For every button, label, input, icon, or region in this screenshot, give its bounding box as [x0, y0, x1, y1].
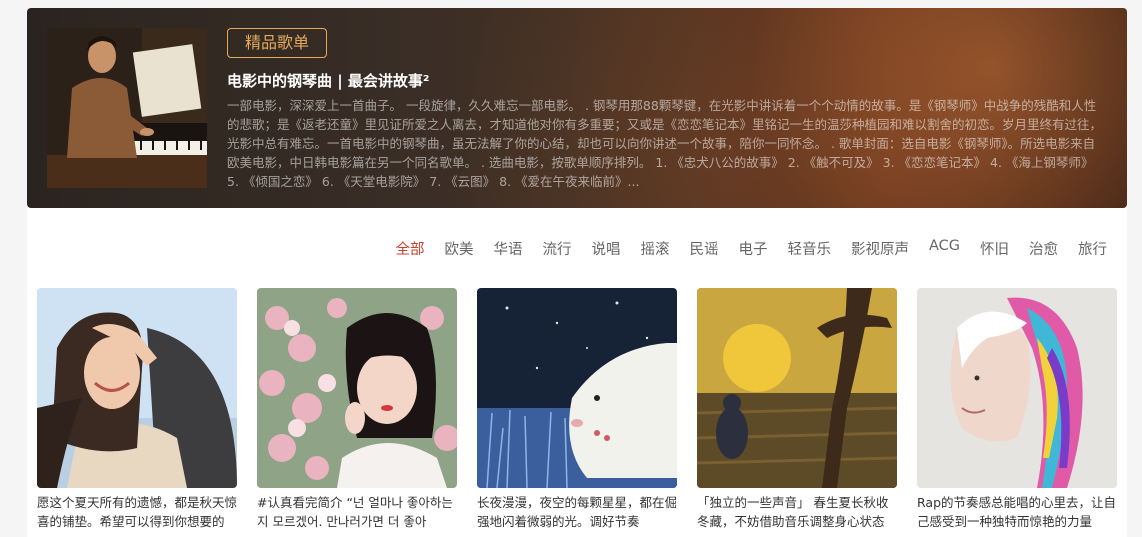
category-tab-electronic[interactable]: 电子 — [738, 238, 767, 259]
category-tab-rock[interactable]: 摇滚 — [640, 238, 669, 259]
playlist-cover-image[interactable] — [697, 288, 897, 488]
playlist-cover-image[interactable] — [257, 288, 457, 488]
playlist-cover-image[interactable] — [37, 288, 237, 488]
category-tab-healing[interactable]: 治愈 — [1029, 238, 1058, 259]
playlist-cover-image[interactable] — [477, 288, 677, 488]
playlist-cover-image[interactable] — [917, 288, 1117, 488]
category-tab-travel[interactable]: 旅行 — [1078, 238, 1107, 259]
playlist-title[interactable]: Rap的节奏感总能唱的心里去，让自己感受到一种独特而惊艳的力量 — [917, 493, 1117, 531]
category-tab-acg[interactable]: ACG — [929, 238, 960, 259]
category-tab-rap[interactable]: 说唱 — [591, 238, 620, 259]
playlist-card[interactable]: #认真看完简介 “넌 얼마나 좋아하는지 모르겠어. 만나러가면 더 좋아 — [257, 288, 457, 531]
banner-playlist-title[interactable]: 电影中的钢琴曲 | 最会讲故事² — [227, 70, 430, 91]
banner-cover-image[interactable] — [47, 28, 207, 188]
premium-playlist-badge[interactable]: 精品歌单 — [227, 28, 327, 58]
category-tab-soundtrack[interactable]: 影视原声 — [851, 238, 909, 259]
banner-playlist-description: 一部电影，深深爱上一首曲子。 一段旋律，久久难忘一部电影。 . 钢琴用那88颗琴… — [227, 98, 1103, 188]
playlist-title[interactable]: 愿这个夏天所有的遗憾，都是秋天惊喜的铺垫。希望可以得到你想要的 — [37, 493, 237, 531]
category-tab-folk[interactable]: 民谣 — [689, 238, 718, 259]
category-tab-all[interactable]: 全部 — [395, 238, 424, 259]
playlist-card[interactable]: Rap的节奏感总能唱的心里去，让自己感受到一种独特而惊艳的力量 — [917, 288, 1117, 531]
featured-playlist-banner[interactable]: 精品歌单 电影中的钢琴曲 | 最会讲故事² 一部电影，深深爱上一首曲子。 一段旋… — [27, 8, 1127, 208]
category-tab-light-music[interactable]: 轻音乐 — [787, 238, 831, 259]
playlist-title[interactable]: 长夜漫漫，夜空的每颗星星，都在倔强地闪着微弱的光。调好节奏 — [477, 493, 677, 531]
playlist-card[interactable]: 愿这个夏天所有的遗憾，都是秋天惊喜的铺垫。希望可以得到你想要的 — [37, 288, 237, 531]
playlist-grid: 愿这个夏天所有的遗憾，都是秋天惊喜的铺垫。希望可以得到你想要的 #认真看完简介 … — [37, 288, 1117, 531]
category-tab-nostalgic[interactable]: 怀旧 — [980, 238, 1009, 259]
page: 精品歌单 电影中的钢琴曲 | 最会讲故事² 一部电影，深深爱上一首曲子。 一段旋… — [27, 8, 1127, 537]
category-tabs: 全部 欧美 华语 流行 说唱 摇滚 民谣 电子 轻音乐 影视原声 ACG 怀旧 … — [395, 238, 1107, 259]
playlist-title[interactable]: #认真看完简介 “넌 얼마나 좋아하는지 모르겠어. 만나러가면 더 좋아 — [257, 493, 457, 531]
playlist-title[interactable]: 「独立的一些声音」 春生夏长秋收冬藏，不妨借助音乐调整身心状态 — [697, 493, 897, 531]
category-tab-western[interactable]: 欧美 — [444, 238, 473, 259]
playlist-card[interactable]: 长夜漫漫，夜空的每颗星星，都在倔强地闪着微弱的光。调好节奏 — [477, 288, 677, 531]
category-tab-pop[interactable]: 流行 — [542, 238, 571, 259]
playlist-card[interactable]: 「独立的一些声音」 春生夏长秋收冬藏，不妨借助音乐调整身心状态 — [697, 288, 897, 531]
category-tab-chinese[interactable]: 华语 — [493, 238, 522, 259]
